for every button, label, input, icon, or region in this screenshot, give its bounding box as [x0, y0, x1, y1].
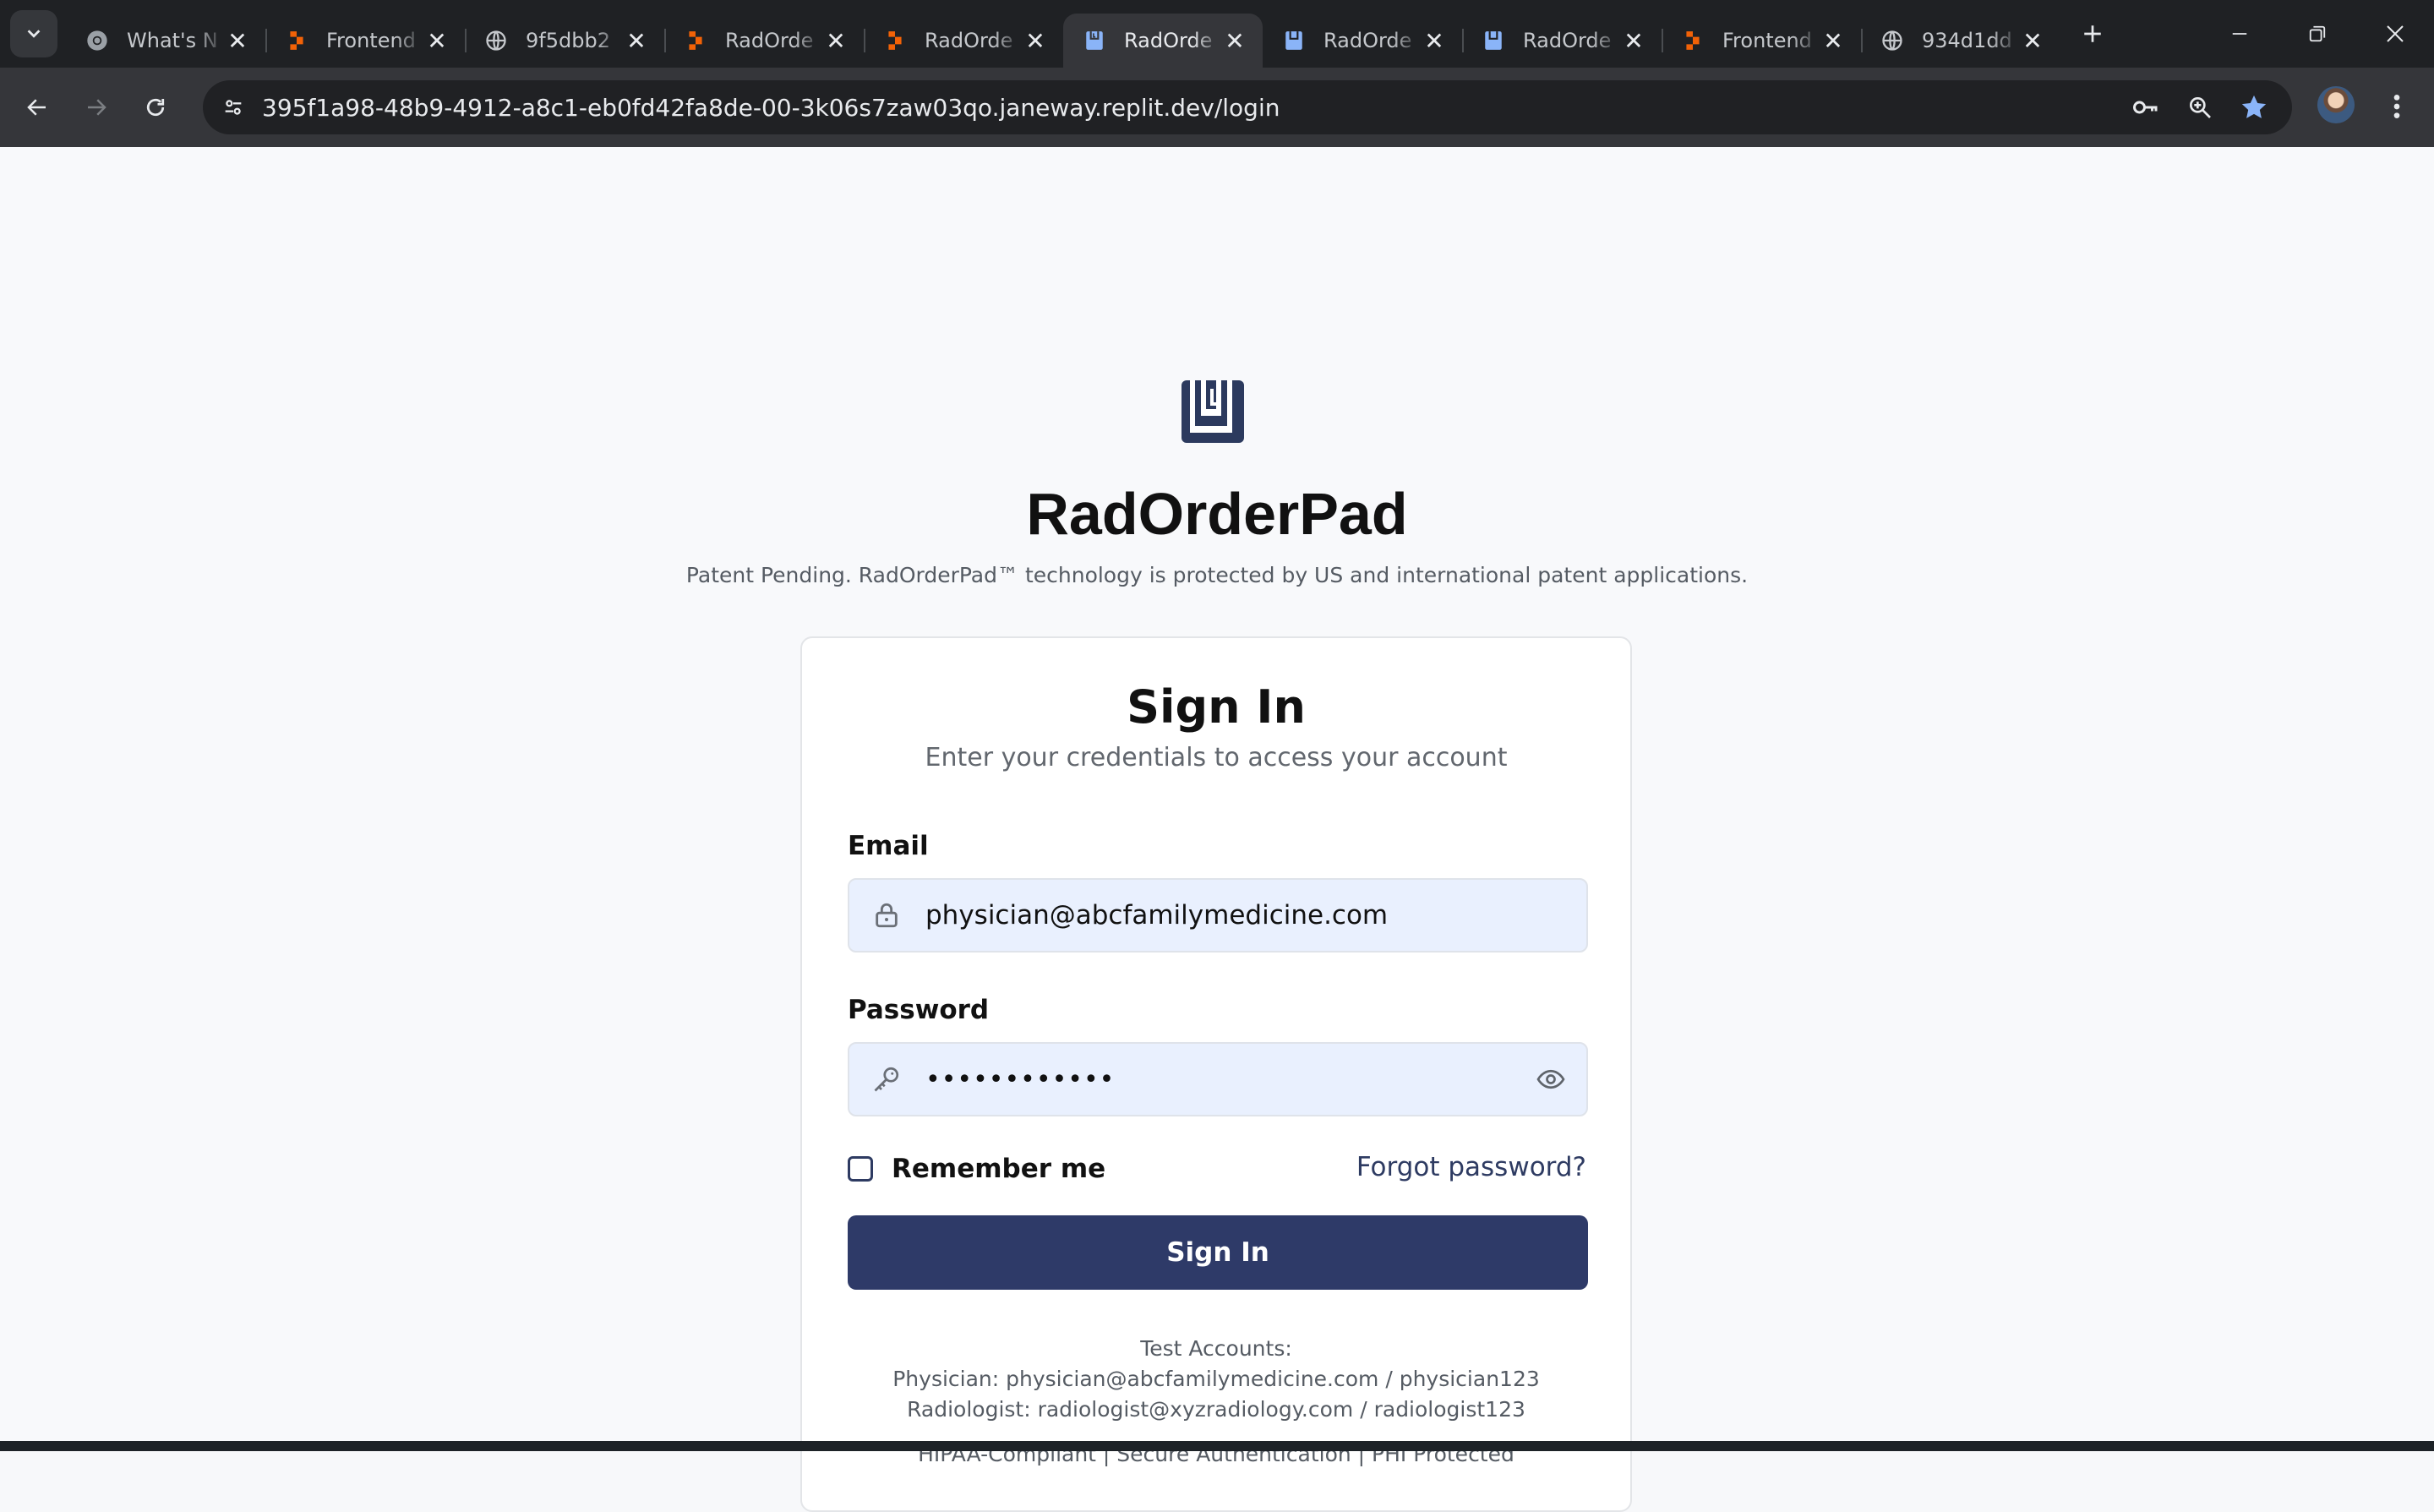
close-icon[interactable]: ✕ [624, 27, 649, 55]
browser-tab[interactable]: RadOrde ✕ [864, 14, 1063, 68]
chrome-icon [85, 28, 110, 53]
remember-me-label[interactable]: Remember me [892, 1154, 1105, 1184]
tab-title: Frontend [326, 29, 416, 52]
email-field[interactable]: physician@abcfamilymedicine.com [848, 878, 1588, 953]
globe-icon [1880, 28, 1905, 53]
tab-title: 9f5dbb2 [526, 29, 610, 52]
signin-title: Sign In [1127, 680, 1306, 734]
restore-button[interactable] [2278, 0, 2356, 68]
zoom-icon[interactable] [2182, 90, 2218, 125]
close-icon[interactable]: ✕ [424, 27, 450, 55]
close-icon[interactable]: ✕ [2020, 27, 2045, 55]
profile-avatar[interactable] [2317, 86, 2355, 123]
minimize-button[interactable] [2201, 0, 2278, 68]
address-bar-actions [2128, 80, 2272, 134]
more-vertical-icon [2393, 95, 2400, 118]
close-icon[interactable]: ✕ [225, 27, 250, 55]
restore-icon [2309, 25, 2326, 42]
replit-icon [1680, 28, 1705, 53]
new-tab-button[interactable] [2072, 14, 2113, 54]
patent-notice: Patent Pending. RadOrderPad™ technology … [685, 563, 1749, 587]
lock-icon [870, 898, 903, 932]
radorderpad-icon [1082, 28, 1107, 53]
test-accounts-heading: Test Accounts: [1140, 1336, 1292, 1361]
browser-tab[interactable]: RadOrde ✕ [1462, 14, 1662, 68]
browser-tab[interactable]: RadOrde ✕ [1263, 14, 1462, 68]
key-icon[interactable] [2128, 90, 2164, 125]
test-account-radiologist: Radiologist: radiologist@xyzradiology.co… [907, 1397, 1525, 1422]
reload-icon [146, 98, 165, 117]
email-label: Email [848, 831, 929, 861]
clipboard-logo-icon [1178, 377, 1247, 446]
chevron-down-icon [27, 30, 41, 38]
key-icon [870, 1062, 903, 1096]
tune-icon [225, 100, 242, 115]
url-text[interactable]: 395f1a98-48b9-4912-a8c1-eb0fd42fa8de-00-… [262, 94, 1280, 122]
tab-title: RadOrde [1124, 29, 1213, 52]
close-icon[interactable]: ✕ [1820, 27, 1846, 55]
replit-icon [882, 28, 908, 53]
browser-tab[interactable]: What's N ✕ [66, 14, 265, 68]
browser-tab-active[interactable]: RadOrde ✕ [1063, 14, 1263, 68]
star-icon[interactable] [2236, 90, 2272, 125]
taskbar-edge [0, 1441, 2434, 1451]
radorderpad-icon [1481, 28, 1506, 53]
password-field[interactable]: •••••••••••• [848, 1042, 1588, 1116]
tab-title: RadOrde [1523, 29, 1612, 52]
tab-title: RadOrde [925, 29, 1013, 52]
tab-title: 934d1dd [1922, 29, 2012, 52]
password-label: Password [848, 995, 990, 1025]
login-page: RadOrderPad Patent Pending. RadOrderPad™… [0, 147, 2434, 1512]
globe-icon [483, 28, 509, 53]
password-input[interactable]: •••••••••••• [925, 1065, 1115, 1094]
radorderpad-icon [1281, 28, 1307, 53]
tab-title: Frontend [1722, 29, 1812, 52]
browser-tab[interactable]: Frontend ✕ [265, 14, 465, 68]
close-icon[interactable]: ✕ [1023, 27, 1048, 55]
browser-tab[interactable]: Frontend ✕ [1662, 14, 1861, 68]
signin-card: Sign In Enter your credentials to access… [800, 636, 1632, 1512]
tab-title: RadOrde [725, 29, 814, 52]
remember-me[interactable]: Remember me [848, 1152, 1105, 1186]
browser-menu-button[interactable] [2380, 88, 2414, 125]
remember-me-checkbox[interactable] [848, 1156, 873, 1182]
close-window-button[interactable] [2356, 0, 2434, 68]
minimize-icon [2232, 33, 2247, 35]
eye-icon[interactable] [1534, 1062, 1568, 1096]
test-accounts: Test Accounts: Physician: physician@abcf… [802, 1334, 1630, 1425]
reload-button[interactable] [134, 85, 177, 129]
email-input[interactable]: physician@abcfamilymedicine.com [925, 900, 1388, 931]
browser-toolbar: 395f1a98-48b9-4912-a8c1-eb0fd42fa8de-00-… [0, 68, 2434, 147]
browser-tab[interactable]: 934d1dd ✕ [1861, 14, 2060, 68]
tab-title: What's N [127, 29, 218, 52]
browser-tab-strip: What's N ✕ Frontend ✕ 9f5dbb2 ✕ RadOrde … [0, 0, 2434, 68]
arrow-left-icon [27, 99, 46, 116]
replit-icon [284, 28, 309, 53]
close-icon[interactable]: ✕ [1222, 27, 1247, 55]
replit-icon [683, 28, 708, 53]
signin-subtitle: Enter your credentials to access your ac… [925, 743, 1508, 772]
close-icon [2387, 25, 2404, 42]
tab-search-button[interactable] [10, 10, 57, 57]
back-button[interactable] [15, 85, 59, 129]
close-icon[interactable]: ✕ [823, 27, 849, 55]
close-icon[interactable]: ✕ [1621, 27, 1646, 55]
close-icon[interactable]: ✕ [1422, 27, 1447, 55]
forgot-password-link[interactable]: Forgot password? [1356, 1152, 1586, 1182]
tab-title: RadOrde [1323, 29, 1412, 52]
app-title: RadOrderPad [1026, 481, 1408, 547]
signin-button[interactable]: Sign In [848, 1215, 1588, 1290]
window-controls [2201, 0, 2434, 68]
test-account-physician: Physician: physician@abcfamilymedicine.c… [892, 1367, 1540, 1391]
tab-list: What's N ✕ Frontend ✕ 9f5dbb2 ✕ RadOrde … [66, 0, 2113, 68]
address-bar[interactable]: 395f1a98-48b9-4912-a8c1-eb0fd42fa8de-00-… [203, 80, 2292, 134]
forward-button[interactable] [74, 85, 118, 129]
browser-tab[interactable]: RadOrde ✕ [664, 14, 864, 68]
arrow-right-icon [88, 99, 106, 116]
plus-icon [2084, 25, 2101, 42]
browser-tab[interactable]: 9f5dbb2 ✕ [465, 14, 664, 68]
site-info-button[interactable] [215, 89, 252, 126]
